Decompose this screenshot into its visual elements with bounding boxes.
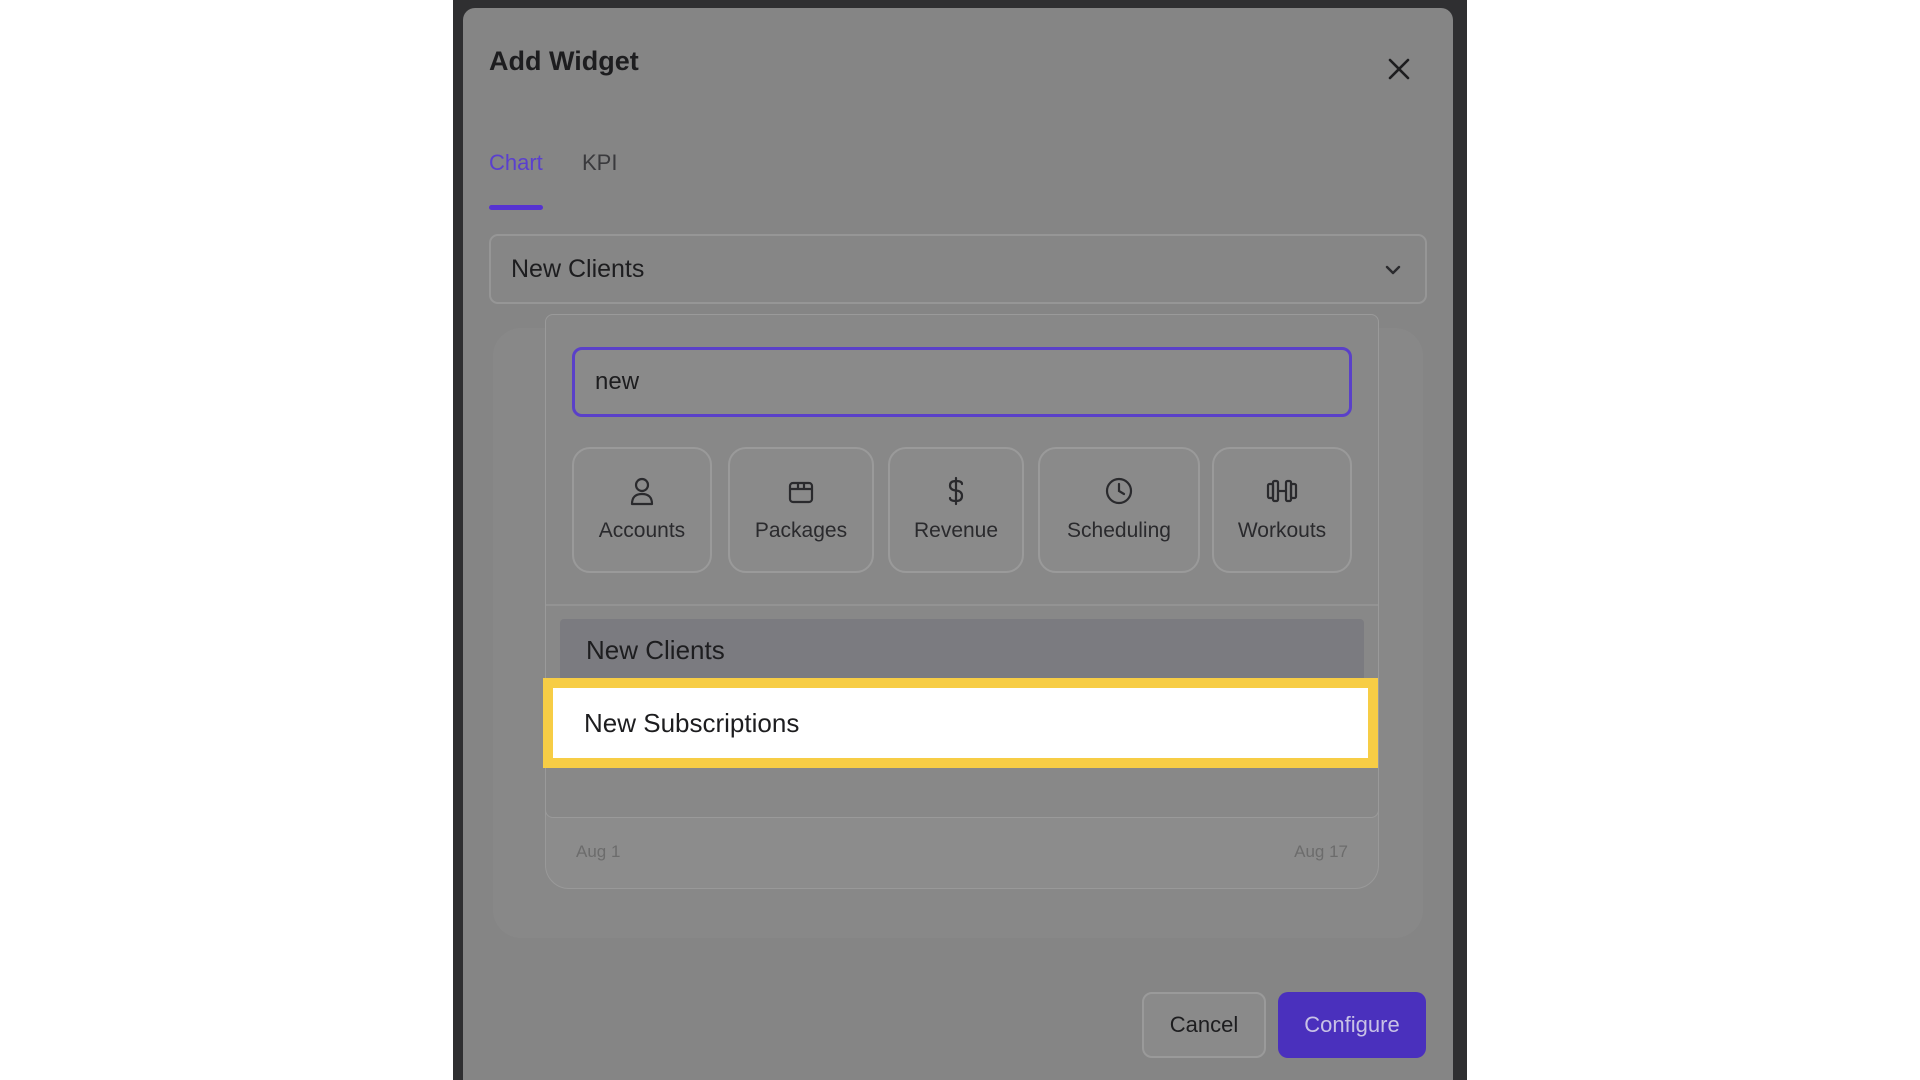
category-label: Scheduling	[1067, 519, 1171, 542]
close-icon	[1388, 58, 1410, 80]
configure-button[interactable]: Configure	[1278, 992, 1426, 1058]
close-button[interactable]	[1378, 48, 1420, 90]
result-new-clients[interactable]: New Clients	[560, 619, 1364, 681]
active-tab-indicator	[489, 205, 543, 210]
category-packages[interactable]: Packages	[728, 447, 874, 573]
dropdown-divider	[546, 604, 1378, 606]
category-label: Workouts	[1237, 519, 1327, 542]
category-workouts[interactable]: Workouts	[1212, 447, 1352, 573]
user-icon	[629, 475, 655, 507]
metric-search-input[interactable]	[572, 347, 1352, 417]
category-label: Accounts	[598, 519, 686, 542]
category-accounts[interactable]: Accounts	[572, 447, 712, 573]
metric-select[interactable]: New Clients	[489, 234, 1427, 304]
chevron-down-icon	[1385, 265, 1401, 275]
dumbbell-icon	[1265, 475, 1299, 507]
tab-chart[interactable]: Chart	[489, 150, 543, 176]
category-label: Packages	[754, 519, 848, 542]
package-icon	[787, 475, 815, 507]
category-scheduling[interactable]: Scheduling	[1038, 447, 1200, 573]
category-revenue[interactable]: Revenue	[888, 447, 1024, 573]
x-axis-end-label: Aug 17	[1294, 842, 1348, 861]
widget-type-tabs: Chart KPI	[489, 150, 889, 214]
dollar-icon	[945, 475, 967, 507]
cancel-button[interactable]: Cancel	[1142, 992, 1266, 1058]
clock-icon	[1104, 475, 1134, 507]
category-label: Revenue	[913, 519, 999, 542]
x-axis-start-label: Aug 1	[576, 842, 621, 861]
modal-title: Add Widget	[489, 46, 639, 76]
add-widget-modal: Add Widget Chart KPI New Clients Aug 1 A…	[463, 8, 1453, 1080]
metric-select-value: New Clients	[511, 254, 645, 283]
result-new-subscriptions[interactable]: New Subscriptions	[543, 678, 1378, 768]
tab-kpi[interactable]: KPI	[582, 150, 617, 176]
